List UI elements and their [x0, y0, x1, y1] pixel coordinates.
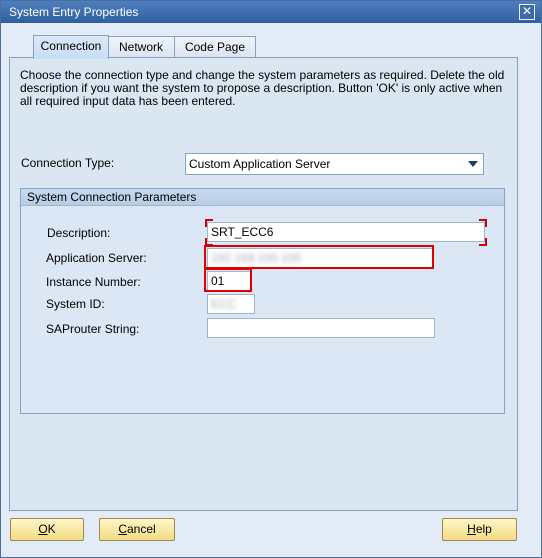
saprouter-string-label: SAProuter String: [46, 322, 140, 336]
description-label: Description: [47, 226, 111, 240]
instance-number-value: 01 [211, 274, 225, 288]
title-bar[interactable]: System Entry Properties ✕ [1, 1, 541, 23]
cancel-button[interactable]: Cancel [99, 518, 175, 541]
chevron-down-icon[interactable] [468, 161, 478, 167]
description-field[interactable]: SRT_ECC6 [207, 222, 485, 242]
help-label-rest: elp [475, 522, 492, 536]
description-value: SRT_ECC6 [211, 225, 274, 239]
system-entry-properties-dialog: System Entry Properties ✕ Connection Net… [0, 0, 542, 558]
system-connection-parameters-group: System Connection Parameters Description… [20, 188, 505, 414]
description-highlight-corner [205, 219, 213, 227]
cancel-label-rest: ancel [126, 522, 156, 536]
ok-button[interactable]: OK [10, 518, 84, 541]
saprouter-string-field[interactable] [207, 318, 435, 338]
group-title: System Connection Parameters [27, 190, 197, 204]
instance-number-label: Instance Number: [46, 275, 141, 289]
help-button[interactable]: Help [442, 518, 517, 541]
group-header: System Connection Parameters [21, 189, 504, 206]
system-id-label: System ID: [46, 297, 105, 311]
close-icon[interactable]: ✕ [519, 4, 535, 20]
ok-mnemonic: O [38, 522, 48, 536]
tab-connection[interactable]: Connection [33, 35, 109, 59]
help-mnemonic: H [467, 522, 476, 536]
system-id-value: ECC [211, 297, 237, 311]
connection-type-label: Connection Type: [21, 156, 115, 170]
application-server-value: 192.168.100.100 [211, 251, 302, 265]
description-highlight-corner [479, 219, 487, 227]
connection-type-dropdown[interactable]: Custom Application Server [185, 153, 484, 175]
instance-number-field[interactable]: 01 [207, 271, 251, 291]
connection-type-value: Custom Application Server [189, 157, 331, 171]
description-highlight-corner [205, 238, 213, 246]
tab-network[interactable]: Network [107, 36, 175, 58]
connection-tab-panel: Choose the connection type and change th… [9, 57, 518, 511]
window-title: System Entry Properties [9, 5, 139, 19]
system-id-field[interactable]: ECC [207, 294, 255, 314]
tab-code-page[interactable]: Code Page [174, 36, 256, 58]
description-highlight-corner [479, 238, 487, 246]
cancel-mnemonic: C [118, 522, 127, 536]
application-server-label: Application Server: [46, 251, 147, 265]
ok-label-rest: K [47, 522, 56, 536]
application-server-field[interactable]: 192.168.100.100 [207, 248, 433, 268]
instructions-text: Choose the connection type and change th… [20, 68, 505, 108]
